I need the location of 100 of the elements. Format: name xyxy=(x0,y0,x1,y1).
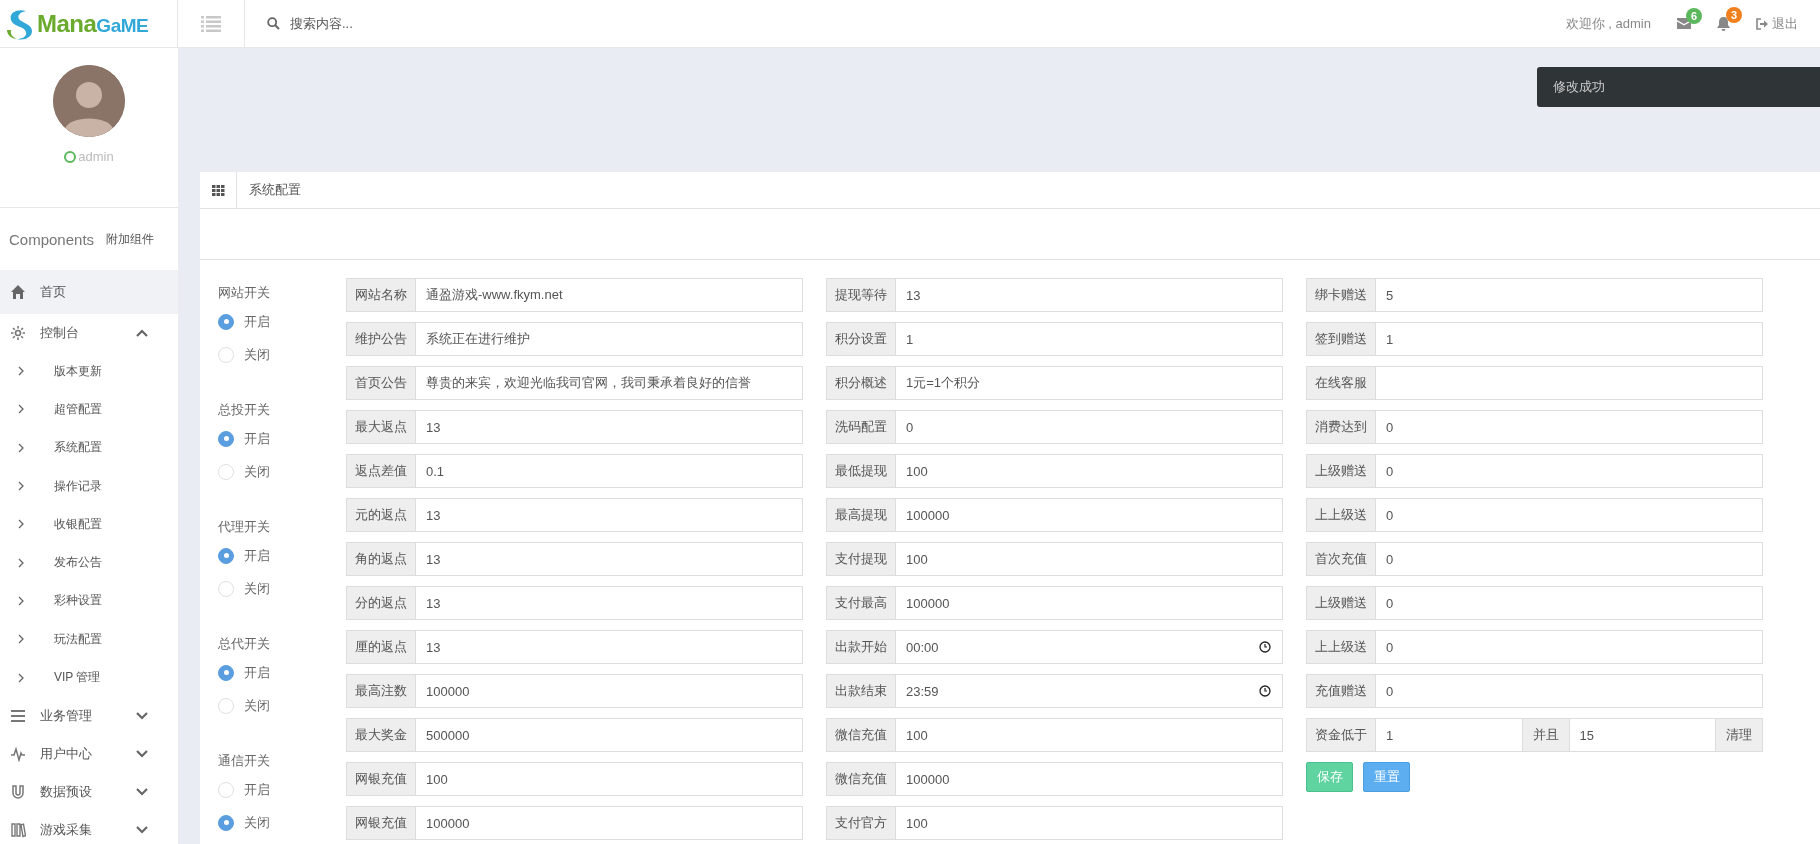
text-field[interactable]: 13 xyxy=(416,498,803,532)
logout-link[interactable]: 退出 xyxy=(1756,14,1798,33)
text-field[interactable]: 100 xyxy=(416,762,803,796)
text-field[interactable]: 13 xyxy=(416,630,803,664)
radio-button[interactable] xyxy=(218,547,234,564)
text-field[interactable]: 1 xyxy=(896,322,1283,356)
field-label: 网站名称 xyxy=(346,278,416,312)
menu-item[interactable]: 控制台 xyxy=(0,314,178,352)
radio-option[interactable]: 开启 xyxy=(218,539,346,572)
radio-option[interactable]: 关闭 xyxy=(218,572,346,605)
radio-button[interactable] xyxy=(218,430,234,447)
section-title: Components xyxy=(9,230,95,248)
radio-option[interactable]: 关闭 xyxy=(218,338,346,371)
field-label: 最大返点 xyxy=(346,410,416,444)
radio-button[interactable] xyxy=(218,664,234,681)
user-name: admin xyxy=(78,149,114,164)
text-field[interactable]: 13 xyxy=(416,410,803,444)
text-field[interactable]: 13 xyxy=(896,278,1283,312)
submenu-item[interactable]: 版本更新 xyxy=(0,352,178,391)
submenu-item[interactable]: 发布公告 xyxy=(0,543,178,582)
field-label: 绑卡赠送 xyxy=(1306,278,1376,312)
field-label: 最高提现 xyxy=(826,498,896,532)
text-field[interactable]: 100000 xyxy=(416,806,803,840)
clear-button[interactable]: 清理 xyxy=(1716,718,1763,752)
time-field[interactable]: 23:59 xyxy=(896,674,1283,708)
text-field[interactable]: 13 xyxy=(416,586,803,620)
text-field[interactable]: 0 xyxy=(1376,498,1763,532)
menu-item[interactable]: 游戏采集 xyxy=(0,810,178,844)
field-label: 最低提现 xyxy=(826,454,896,488)
submenu-item[interactable]: 系统配置 xyxy=(0,428,178,467)
switch-label: 总代开关 xyxy=(218,635,271,653)
text-field[interactable]: 0 xyxy=(1376,630,1763,664)
text-field[interactable]: 100000 xyxy=(896,762,1283,796)
section-subtitle: 附加组件 xyxy=(106,230,155,248)
text-field[interactable]: 100 xyxy=(896,542,1283,576)
panel-title: 系统配置 xyxy=(249,181,301,199)
text-field[interactable]: 1 xyxy=(1376,322,1763,356)
menu-item-icon xyxy=(10,284,26,300)
text-field[interactable]: 100 xyxy=(896,454,1283,488)
bell-icon[interactable] xyxy=(1717,16,1730,31)
menu-icon[interactable] xyxy=(201,15,221,32)
grid-icon xyxy=(211,184,225,196)
radio-option[interactable]: 关闭 xyxy=(218,689,346,722)
text-field[interactable]: 0 xyxy=(1376,410,1763,444)
submenu-item[interactable]: 彩种设置 xyxy=(0,581,178,621)
text-field[interactable]: 500000 xyxy=(416,718,803,752)
text-field[interactable]: 100000 xyxy=(896,498,1283,532)
text-field[interactable]: 100 xyxy=(896,806,1283,840)
switch-label: 网站开关 xyxy=(218,284,271,302)
text-field[interactable]: 1元=1个积分 xyxy=(896,366,1283,400)
submenu-item[interactable]: 超管配置 xyxy=(0,390,178,429)
radio-option[interactable]: 开启 xyxy=(218,656,346,689)
submenu-item[interactable]: 玩法配置 xyxy=(0,620,178,659)
field-label: 积分设置 xyxy=(826,322,896,356)
text-field[interactable]: 0.1 xyxy=(416,454,803,488)
text-field[interactable]: 100 xyxy=(896,718,1283,752)
switch-label: 总投开关 xyxy=(218,401,271,419)
text-field[interactable]: 0 xyxy=(1376,586,1763,620)
text-field[interactable]: 0 xyxy=(1376,454,1763,488)
text-field[interactable]: 1 xyxy=(1376,718,1523,752)
text-field[interactable]: 13 xyxy=(416,542,803,576)
field-label: 并且 xyxy=(1522,718,1570,752)
radio-option[interactable]: 开启 xyxy=(218,305,346,338)
time-field[interactable]: 00:00 xyxy=(896,630,1283,664)
radio-option[interactable]: 开启 xyxy=(218,422,346,455)
text-field[interactable]: 尊贵的来宾，欢迎光临我司官网，我司秉承着良好的信誉 xyxy=(416,366,803,400)
menu-item[interactable]: 业务管理 xyxy=(0,696,178,735)
radio-option[interactable]: 关闭 xyxy=(218,806,346,839)
field-label: 最高注数 xyxy=(346,674,416,708)
text-field[interactable]: 100000 xyxy=(416,674,803,708)
chevron-icon xyxy=(18,442,24,453)
text-field[interactable]: 15 xyxy=(1569,718,1716,752)
menu-item[interactable]: 首页 xyxy=(0,270,178,314)
menu-item[interactable]: 数据预设 xyxy=(0,772,178,811)
submenu-item[interactable]: 操作记录 xyxy=(0,466,178,506)
envelope-icon[interactable] xyxy=(1677,18,1691,29)
chevron-icon xyxy=(18,595,24,606)
submenu-item[interactable]: 收银配置 xyxy=(0,505,178,544)
switch-label: 代理开关 xyxy=(218,518,271,536)
text-field[interactable]: 5 xyxy=(1376,278,1763,312)
radio-button[interactable] xyxy=(218,313,234,330)
text-field[interactable]: 0 xyxy=(896,410,1283,444)
submenu-item[interactable]: VIP 管理 xyxy=(0,658,178,697)
avatar-placeholder xyxy=(53,65,125,137)
text-field[interactable] xyxy=(1376,366,1763,400)
menu-item-icon xyxy=(10,325,26,341)
radio-button[interactable] xyxy=(218,814,234,831)
menu-item[interactable]: 用户中心 xyxy=(0,734,178,773)
radio-option[interactable]: 开启 xyxy=(218,773,346,806)
text-field[interactable]: 通盈游戏-www.fkym.net xyxy=(416,278,803,312)
chevron-icon xyxy=(18,404,24,415)
text-field[interactable]: 0 xyxy=(1376,674,1763,708)
field-label: 在线客服 xyxy=(1306,366,1376,400)
radio-option[interactable]: 关闭 xyxy=(218,455,346,488)
text-field[interactable]: 0 xyxy=(1376,542,1763,576)
text-field[interactable]: 系统正在进行维护 xyxy=(416,322,803,356)
welcome-text: 欢迎你 , admin xyxy=(1565,14,1651,33)
text-field[interactable]: 100000 xyxy=(896,586,1283,620)
chevron-icon xyxy=(136,329,148,337)
search-field[interactable]: 搜索内容... xyxy=(288,15,592,32)
